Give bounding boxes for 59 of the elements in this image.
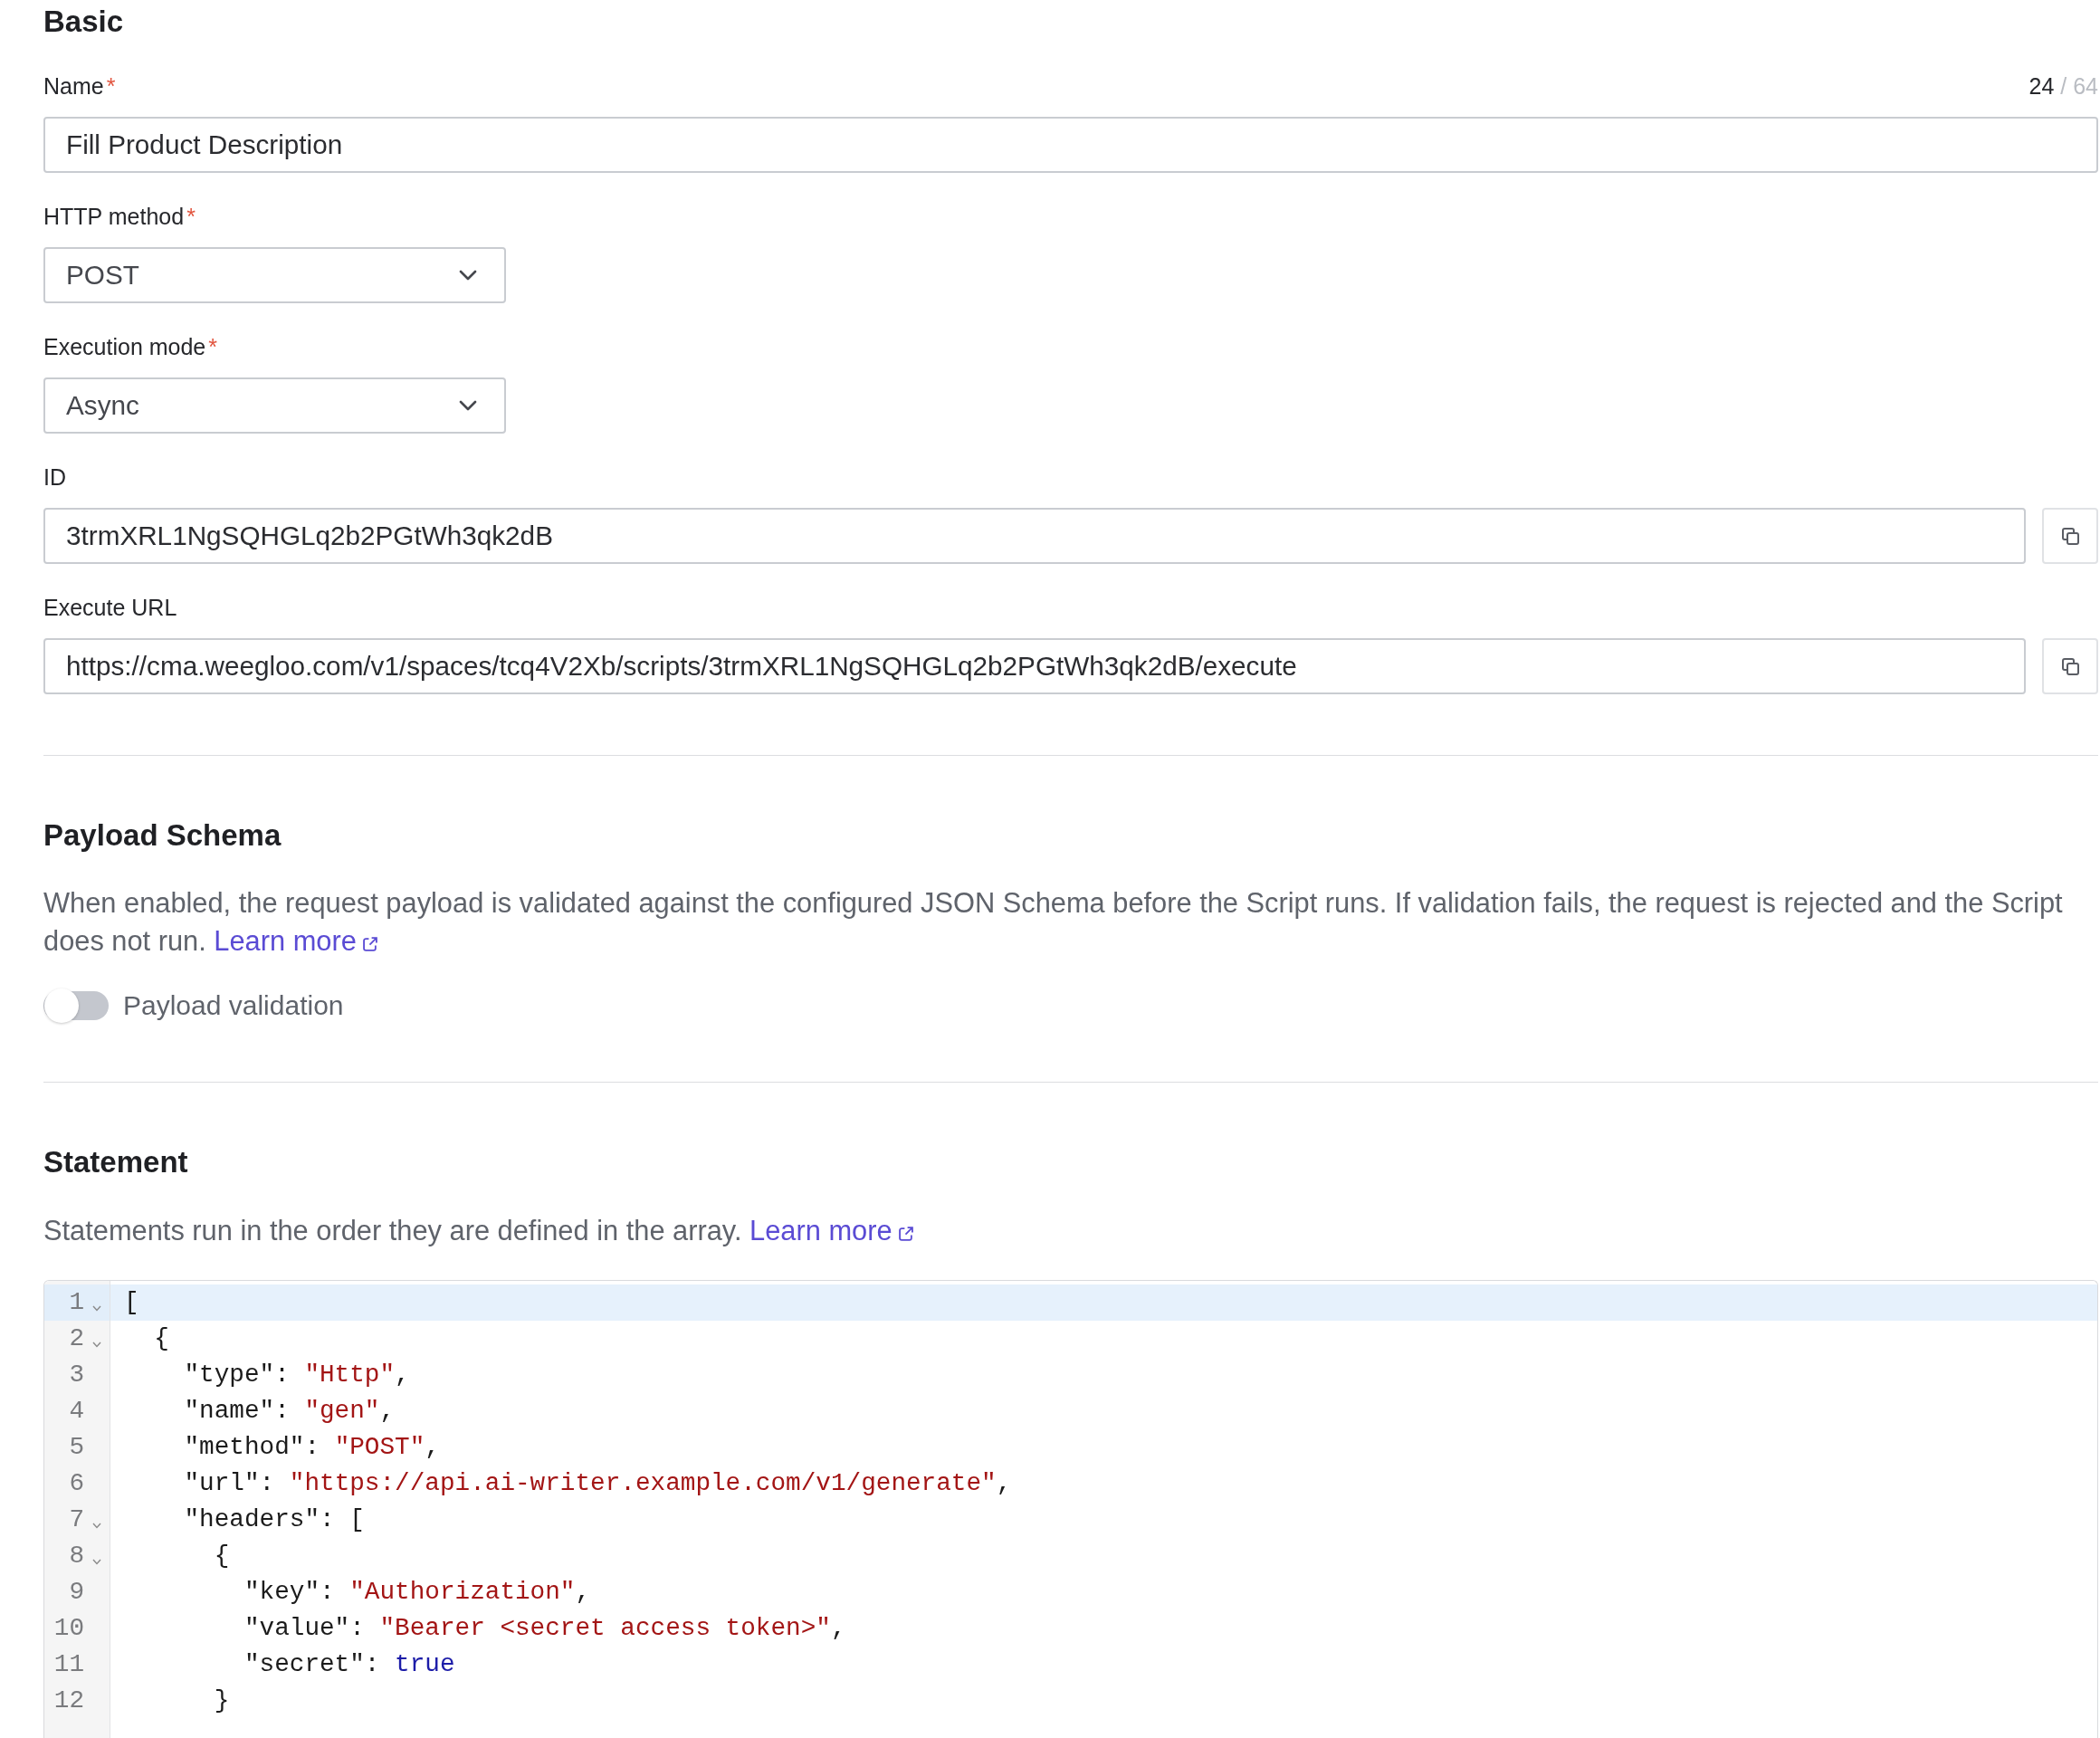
learn-more-link[interactable]: Learn more — [214, 925, 377, 957]
external-link-icon — [362, 937, 377, 951]
line-number: 6 — [68, 1468, 84, 1499]
code-line: "secret": true — [243, 1650, 455, 1678]
line-number: 10 — [52, 1613, 84, 1644]
section-heading: Payload Schema — [43, 817, 282, 854]
code-line: "type": "Http", — [183, 1361, 410, 1389]
toggle-switch[interactable] — [43, 988, 109, 1024]
chevron-down-icon[interactable] — [92, 1523, 101, 1529]
dropdown[interactable]: Async — [43, 377, 506, 434]
chevron-down-icon[interactable] — [92, 1305, 101, 1312]
description-text: When enabled, the request payload is validated against the configured JSON Schema before the Script runs. If validation fails, the request is rejected and the Script does not run. Learn more — [43, 886, 2064, 959]
field-label: ID — [43, 463, 66, 490]
required-mark: * — [186, 203, 196, 229]
external-link-icon — [898, 1227, 913, 1241]
text-field[interactable]: 3trmXRL1NgSQHGLq2b2PGtWh3qk2dB — [43, 508, 2026, 564]
field-label: HTTP method — [43, 203, 185, 229]
text-field[interactable]: https://cma.weegloo.com/v1/spaces/tcq4V2Xb/scripts/3trmXRL1NgSQHGLq2b2PGtWh3qk2dB/execute — [43, 638, 2026, 694]
chevron-down-icon[interactable] — [92, 1342, 101, 1348]
required-mark: * — [208, 333, 217, 359]
section-heading: Basic — [43, 4, 125, 40]
field-label: Name — [43, 72, 104, 99]
field-label: Execute URL — [43, 594, 177, 620]
line-number: 9 — [68, 1577, 84, 1608]
chevron-down-icon[interactable] — [92, 1559, 101, 1565]
description-text: Statements run in the order they are defined in the array. Learn more — [43, 1212, 2098, 1250]
copy-icon — [2061, 527, 2079, 545]
code-line: "method": "POST", — [183, 1433, 440, 1461]
required-mark: * — [106, 72, 116, 99]
dropdown[interactable]: POST — [43, 247, 506, 303]
toggle-label: Payload validation — [123, 990, 344, 1021]
line-number: 2 — [68, 1323, 84, 1354]
chevron-down-icon — [459, 270, 477, 281]
code-line: "name": "gen", — [183, 1397, 396, 1425]
copy-button[interactable] — [2042, 638, 2098, 694]
line-number: 11 — [52, 1649, 84, 1680]
code-line: "value": "Bearer <secret access token>", — [243, 1614, 846, 1642]
code-line: "key": "Authorization", — [243, 1578, 591, 1606]
line-number: 3 — [68, 1360, 84, 1390]
learn-more-link[interactable]: Learn more — [749, 1215, 913, 1246]
code-line: "headers": [ — [183, 1505, 365, 1533]
line-number: 5 — [68, 1432, 84, 1463]
text-input[interactable]: Fill Product Description — [43, 117, 2098, 173]
section-heading: Statement — [43, 1144, 189, 1180]
line-number: 7 — [68, 1504, 84, 1535]
code-line: [ — [124, 1288, 139, 1316]
line-number: 12 — [52, 1685, 84, 1716]
line-number: 1 — [68, 1287, 84, 1318]
line-number: 4 — [68, 1396, 84, 1427]
code-line: } — [213, 1686, 230, 1714]
character-counter: 24 / 64 — [2028, 72, 2098, 100]
field-label: Execution mode — [43, 333, 206, 359]
chevron-down-icon — [459, 400, 477, 411]
code-line: { — [213, 1542, 230, 1570]
copy-button[interactable] — [2042, 508, 2098, 564]
code-line: { — [153, 1324, 169, 1352]
copy-icon — [2061, 657, 2079, 675]
line-number: 8 — [68, 1541, 84, 1571]
code-line: "url": "https://api.ai-writer.example.com/v1/generate", — [183, 1469, 1012, 1497]
